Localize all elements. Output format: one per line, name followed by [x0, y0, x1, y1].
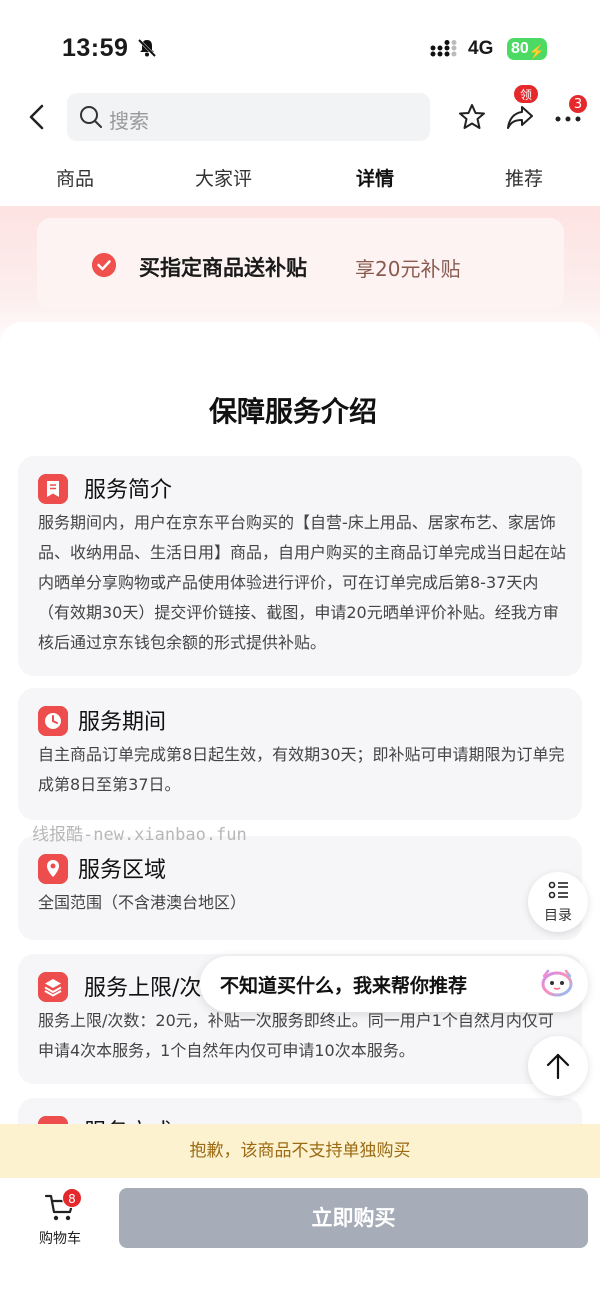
more-badge: 3 [568, 94, 588, 114]
detail-tabs: 商品 大家评 详情 推荐 [0, 148, 600, 206]
section-region: 服务区域 全国范围（不含港澳台地区） [18, 836, 582, 940]
buy-now-button[interactable]: 立即购买 [119, 1188, 588, 1248]
network-type: 4G [468, 38, 494, 59]
back-to-top-button[interactable] [528, 1036, 588, 1096]
list-icon [548, 881, 568, 899]
layers-icon [38, 972, 68, 1002]
cart-label: 购物车 [39, 1231, 81, 1247]
section-intro: 服务简介 服务期间内，用户在京东平台购买的【自营-床上用品、居家布艺、家居饰品、… [18, 456, 582, 676]
search-input[interactable]: 搜索 [67, 93, 430, 141]
share-badge: 领 [513, 84, 539, 104]
location-pin-icon [38, 854, 68, 884]
search-placeholder: 搜索 [109, 109, 149, 133]
share-icon[interactable] [505, 102, 535, 132]
cart-badge: 8 [62, 1188, 82, 1208]
section-title: 服务简介 [84, 478, 173, 503]
watermark: 线报酷-new.xianbao.fun [32, 825, 247, 845]
page-title: 保障服务介绍 [208, 395, 377, 428]
toc-label: 目录 [544, 908, 572, 924]
section-body: 全国范围（不含港澳台地区） [38, 893, 247, 912]
document-icon [38, 474, 68, 504]
battery-level: 80 [511, 40, 529, 57]
assistant-text: 不知道买什么，我来帮你推荐 [220, 975, 468, 997]
section-body: 服务期间内，用户在京东平台购买的【自营-床上用品、居家布艺、家居饰品、收纳用品、… [38, 513, 567, 652]
check-circle-icon [92, 253, 116, 277]
clock-icon [38, 706, 68, 736]
signal-icon [430, 40, 457, 57]
promo-card: 买指定商品送补贴 享20元补贴 [37, 218, 564, 310]
section-body: 服务上限/次数：20元，补贴一次服务即终止。同一用户1个自然月内仅可申请4次本服… [38, 1011, 554, 1060]
tab-product[interactable]: 商品 [56, 164, 94, 191]
section-title: 服务期间 [78, 710, 167, 735]
assistant-mascot-icon [541, 969, 573, 997]
promo-value: 享20元补贴 [355, 257, 461, 281]
nav-bar: 搜索 领 3 [0, 84, 600, 148]
tab-details[interactable]: 详情 [356, 164, 394, 191]
promo-title: 买指定商品送补贴 [139, 256, 307, 280]
shopping-assistant-bubble[interactable]: 不知道买什么，我来帮你推荐 [200, 956, 588, 1012]
cart-button[interactable]: 8 购物车 [28, 1188, 92, 1250]
status-time: 13:59 [62, 34, 129, 62]
section-title: 服务区域 [78, 858, 167, 883]
tab-reviews[interactable]: 大家评 [195, 164, 252, 191]
tab-recommend[interactable]: 推荐 [505, 164, 543, 191]
mute-bell-icon [137, 38, 157, 58]
favorite-star-icon[interactable] [457, 102, 487, 132]
status-bar: 13:59 4G 80 ⚡ [0, 0, 600, 90]
bottom-bar: 8 购物车 立即购买 [0, 1178, 600, 1304]
section-body: 自主商品订单完成第8日起生效，有效期30天；即补贴可申请期限为订单完成第8日至第… [38, 745, 565, 794]
search-icon [80, 106, 102, 128]
charging-icon: ⚡ [528, 44, 545, 59]
back-icon[interactable] [24, 102, 54, 132]
battery-icon: 80 ⚡ [507, 38, 547, 60]
toc-button[interactable]: 目录 [528, 872, 588, 932]
section-period: 服务期间 自主商品订单完成第8日起生效，有效期30天；即补贴可申请期限为订单完成… [18, 688, 582, 820]
arrow-up-icon [546, 1053, 570, 1080]
notice-bar: 抱歉，该商品不支持单独购买 [0, 1124, 600, 1178]
